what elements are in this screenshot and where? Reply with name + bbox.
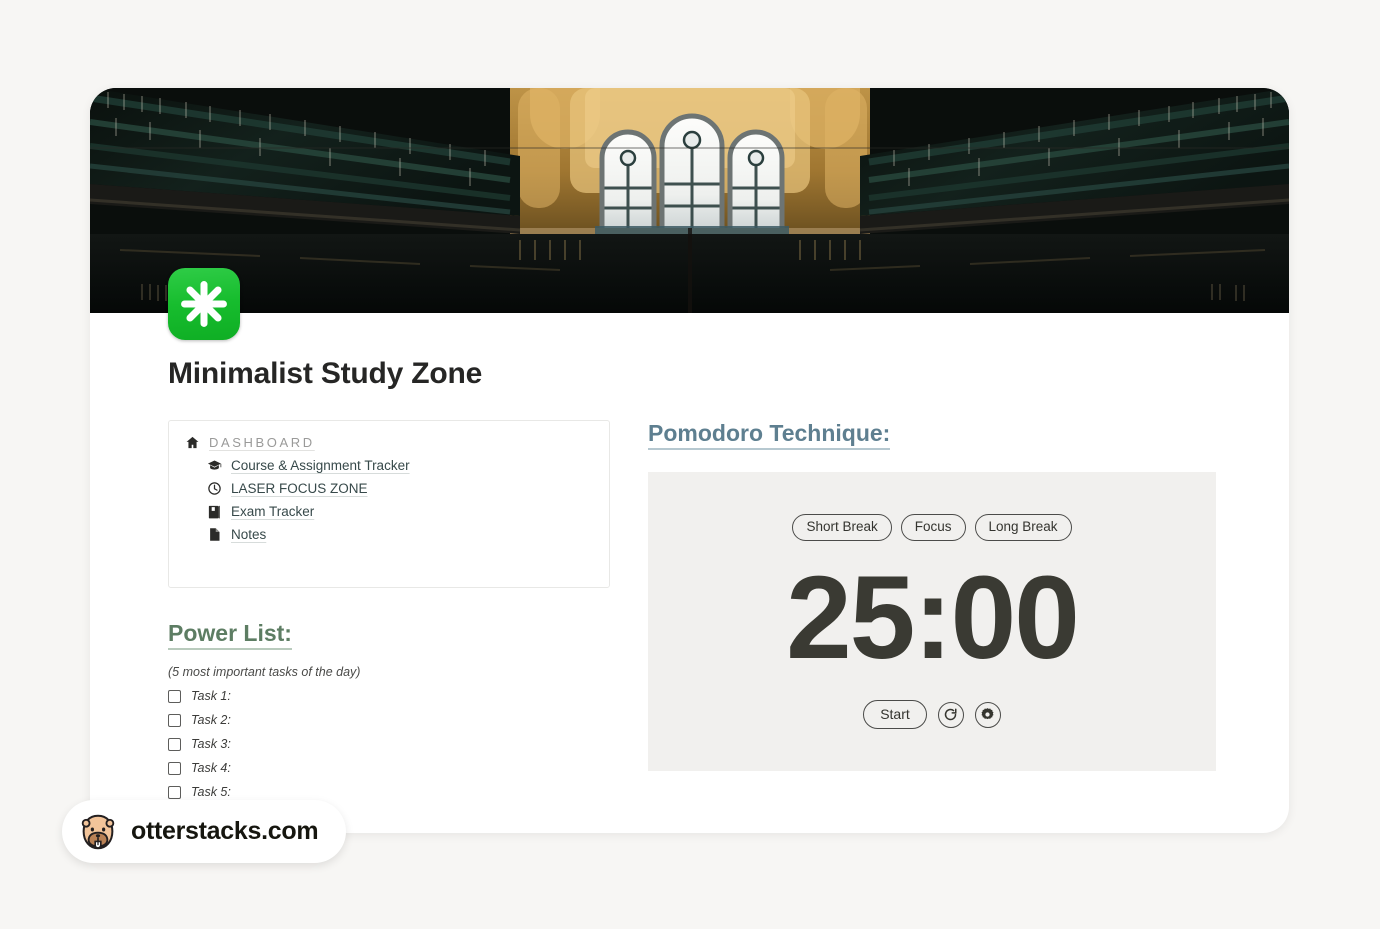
task-label: Task 2: — [191, 713, 231, 728]
task-checkbox[interactable] — [168, 689, 181, 703]
cover-image — [90, 88, 1289, 313]
book-icon — [207, 504, 222, 519]
green-asterisk-logo — [168, 268, 240, 340]
page-root: Minimalist Study Zone DASHBOARD Course &… — [0, 0, 1380, 929]
sidebar-label-dashboard: DASHBOARD — [209, 435, 315, 450]
sidebar-label-laser-focus-zone: LASER FOCUS ZONE — [231, 480, 368, 496]
tab-focus[interactable]: Focus — [900, 514, 966, 541]
pomodoro-timer-panel: Short Break Focus Long Break 25:00 Start — [648, 472, 1216, 772]
start-button[interactable]: Start — [863, 700, 927, 730]
task-checkbox[interactable] — [168, 713, 181, 727]
task-checkbox[interactable] — [168, 761, 181, 775]
settings-button[interactable] — [974, 701, 1001, 728]
sidebar-item-laser-focus-zone[interactable]: LASER FOCUS ZONE — [185, 481, 593, 496]
task-label: Task 3: — [191, 737, 231, 752]
sidebar-item-course-tracker[interactable]: Course & Assignment Tracker — [185, 458, 593, 473]
list-item[interactable]: Task 3: — [168, 737, 610, 751]
otter-face-logo — [78, 812, 118, 852]
task-checkbox[interactable] — [168, 737, 181, 751]
task-checkbox[interactable] — [168, 785, 181, 799]
library-interior-photo — [90, 88, 1289, 313]
pomodoro-mode-tabs: Short Break Focus Long Break — [792, 514, 1072, 541]
sidebar-label-course-tracker: Course & Assignment Tracker — [231, 457, 410, 473]
pomodoro-heading: Pomodoro Technique: — [648, 420, 891, 451]
timer-controls: Start — [863, 700, 1001, 730]
task-label: Task 1: — [191, 689, 231, 704]
power-list-heading: Power List: — [168, 620, 292, 651]
sidebar-label-exam-tracker: Exam Tracker — [231, 503, 315, 519]
task-label: Task 4: — [191, 761, 231, 776]
power-list-section: Power List: (5 most important tasks of t… — [168, 620, 610, 799]
otter-face-icon — [81, 814, 115, 849]
document-icon — [207, 527, 222, 542]
timer-display: 25:00 — [786, 551, 1080, 684]
refresh-icon — [943, 707, 958, 722]
reset-button[interactable] — [937, 701, 964, 728]
dashboard-nav-card: DASHBOARD Course & Assignment Tracker LA… — [168, 420, 610, 588]
sidebar-item-notes[interactable]: Notes — [185, 527, 593, 542]
task-label: Task 5: — [191, 785, 231, 800]
gear-icon — [980, 707, 995, 722]
asterisk-icon — [181, 281, 227, 327]
sidebar-item-dashboard[interactable]: DASHBOARD — [185, 435, 593, 450]
right-column: Pomodoro Technique: Short Break Focus Lo… — [648, 420, 1216, 799]
watermark-text: otterstacks.com — [131, 817, 319, 845]
list-item[interactable]: Task 5: — [168, 785, 610, 799]
left-column: DASHBOARD Course & Assignment Tracker LA… — [168, 420, 610, 799]
list-item[interactable]: Task 1: — [168, 689, 610, 703]
list-item[interactable]: Task 4: — [168, 761, 610, 775]
watermark-badge[interactable]: otterstacks.com — [62, 800, 347, 863]
tab-short-break[interactable]: Short Break — [792, 514, 892, 541]
sidebar-item-exam-tracker[interactable]: Exam Tracker — [185, 504, 593, 519]
page-title: Minimalist Study Zone — [168, 357, 483, 390]
list-item[interactable]: Task 2: — [168, 713, 610, 727]
graduation-cap-icon — [207, 458, 222, 473]
power-list-subtitle: (5 most important tasks of the day) — [168, 665, 361, 680]
clock-icon — [207, 481, 222, 496]
document-card: Minimalist Study Zone DASHBOARD Course &… — [90, 88, 1289, 833]
tab-long-break[interactable]: Long Break — [974, 514, 1072, 541]
home-icon — [185, 435, 200, 450]
sidebar-label-notes: Notes — [231, 526, 267, 542]
content-columns: DASHBOARD Course & Assignment Tracker LA… — [168, 420, 1216, 799]
